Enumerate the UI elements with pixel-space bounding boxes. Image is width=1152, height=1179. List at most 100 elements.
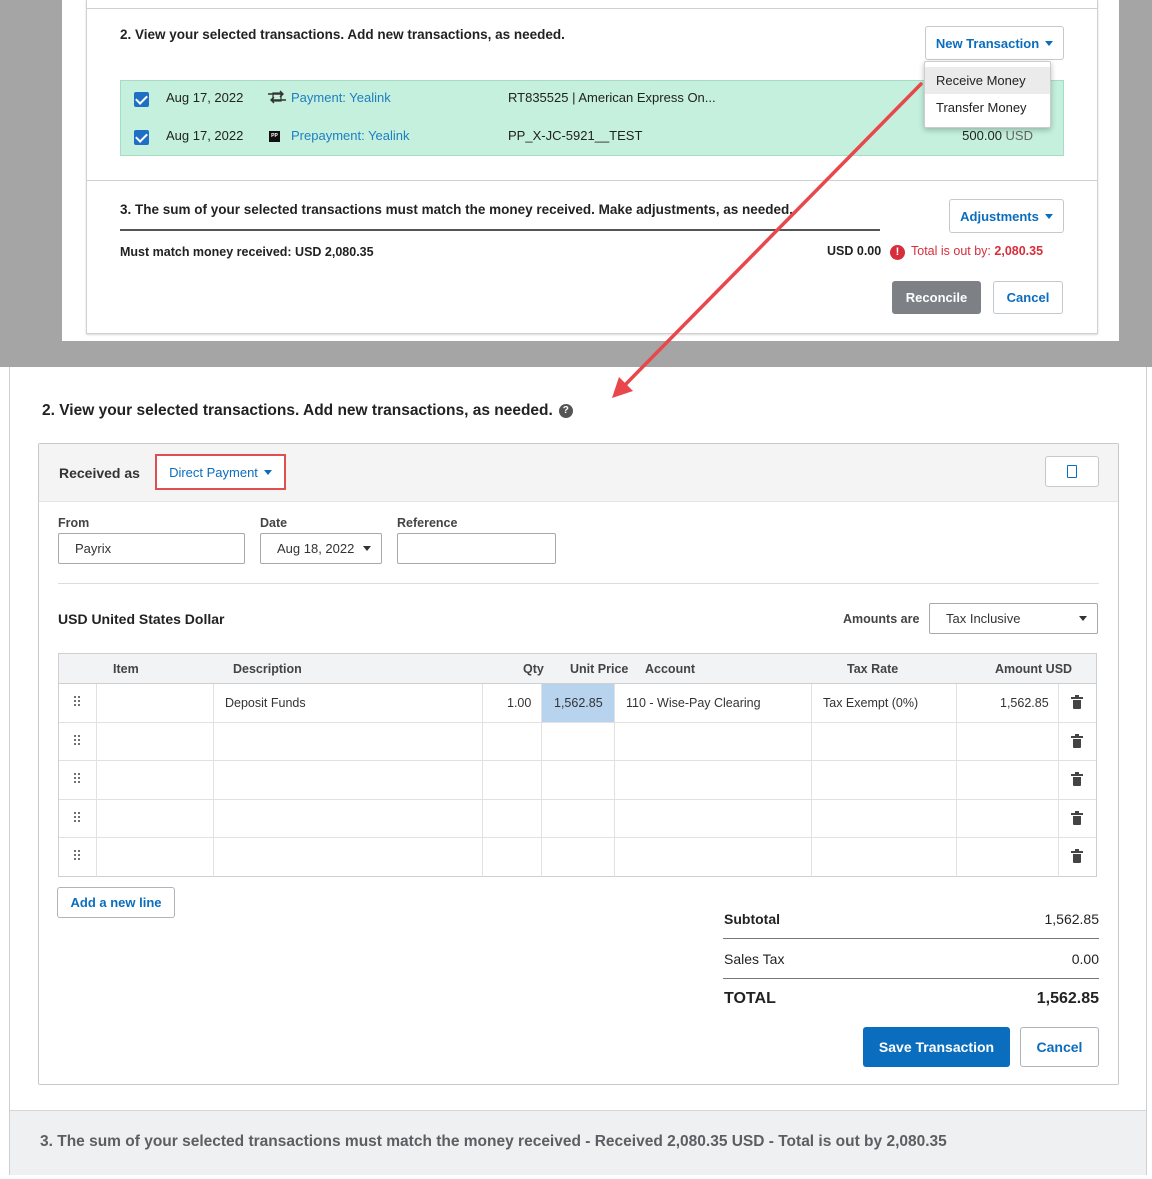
table-header: Item Description Qty Unit Price Account … bbox=[59, 654, 1096, 684]
menu-item-transfer-money[interactable]: Transfer Money bbox=[925, 94, 1050, 121]
trash-icon[interactable] bbox=[1071, 772, 1083, 786]
reconcile-button[interactable]: Reconcile bbox=[892, 281, 981, 314]
column-header-tax-rate: Tax Rate bbox=[847, 662, 899, 676]
selected-total: USD 0.00 bbox=[827, 244, 882, 258]
table-row bbox=[59, 761, 1096, 800]
account-cell[interactable]: 110 - Wise-Pay Clearing bbox=[626, 696, 761, 710]
reference-label: Reference bbox=[397, 516, 458, 530]
trash-icon[interactable] bbox=[1071, 810, 1083, 825]
trash-icon[interactable] bbox=[1071, 695, 1083, 709]
sales-tax-label: Sales Tax bbox=[724, 951, 785, 967]
divider bbox=[87, 180, 1097, 181]
checkbox-checked[interactable] bbox=[134, 92, 149, 107]
transaction-row[interactable]: Aug 17, 2022 Payment: Yealink RT835525 |… bbox=[121, 81, 1063, 119]
cancel-button[interactable]: Cancel bbox=[993, 281, 1063, 314]
drag-handle-icon[interactable] bbox=[74, 696, 82, 708]
copy-button[interactable] bbox=[1045, 456, 1099, 487]
date-label: Date bbox=[260, 516, 288, 530]
copy-icon bbox=[1067, 465, 1077, 478]
currency-label: USD United States Dollar bbox=[58, 611, 225, 627]
out-by-label: Total is out by: bbox=[911, 244, 991, 258]
date-picker[interactable]: Aug 18, 2022 bbox=[260, 533, 382, 564]
help-icon[interactable]: ? bbox=[558, 404, 573, 418]
new-transaction-button[interactable]: New Transaction bbox=[925, 26, 1064, 60]
column-header-amount: Amount USD bbox=[995, 662, 1073, 676]
transaction-date: Aug 17, 2022 bbox=[166, 90, 244, 105]
transfer-arrows-icon bbox=[267, 90, 287, 107]
caret-down-icon bbox=[263, 469, 272, 475]
subtotal-label: Subtotal bbox=[724, 911, 780, 927]
adjustments-button[interactable]: Adjustments bbox=[949, 199, 1064, 233]
transaction-reference: PP_X-JC-5921__TEST bbox=[508, 128, 643, 143]
add-new-line-button[interactable]: Add a new line bbox=[57, 887, 175, 918]
out-by-message: Total is out by: 2,080.35 bbox=[911, 244, 1043, 258]
checkbox-checked[interactable] bbox=[134, 130, 149, 145]
reconcile-card: 2. View your selected transactions. Add … bbox=[86, 0, 1098, 334]
transaction-amount: 500.00 USD bbox=[962, 128, 1033, 143]
transaction-reference: RT835525 | American Express On... bbox=[508, 90, 716, 105]
reference-input[interactable] bbox=[397, 533, 556, 564]
new-transaction-label: New Transaction bbox=[935, 35, 1040, 51]
amounts-are-value: Tax Inclusive bbox=[946, 611, 1021, 626]
divider bbox=[58, 583, 1099, 584]
caret-down-icon bbox=[1045, 40, 1054, 46]
table-row bbox=[59, 799, 1096, 838]
caret-down-icon bbox=[1044, 213, 1053, 219]
drag-handle-icon[interactable] bbox=[74, 811, 82, 824]
menu-item-receive-money[interactable]: Receive Money bbox=[925, 67, 1050, 94]
column-header-account: Account bbox=[645, 662, 695, 676]
must-match-text: Must match money received: USD 2,080.35 bbox=[120, 245, 374, 259]
drag-handle-icon[interactable] bbox=[74, 850, 82, 862]
drag-handle-icon[interactable] bbox=[74, 773, 82, 785]
divider bbox=[723, 978, 1099, 979]
date-value: Aug 18, 2022 bbox=[277, 541, 355, 556]
adjustments-label: Adjustments bbox=[960, 208, 1039, 224]
tax-rate-cell[interactable]: Tax Exempt (0%) bbox=[823, 696, 918, 710]
divider bbox=[87, 8, 1097, 9]
section3-heading: 3. The sum of your selected transactions… bbox=[120, 202, 793, 217]
description-cell[interactable]: Deposit Funds bbox=[225, 696, 306, 710]
received-as-value: Direct Payment bbox=[169, 464, 258, 480]
receive-money-page: 2. View your selected transactions. Add … bbox=[9, 367, 1147, 1175]
column-header-item: Item bbox=[113, 662, 139, 676]
received-as-dropdown[interactable]: Direct Payment bbox=[155, 454, 286, 490]
trash-icon[interactable] bbox=[1071, 849, 1083, 863]
table-row bbox=[59, 838, 1096, 877]
unit-price-cell[interactable]: 1,562.85 bbox=[554, 696, 603, 710]
section3-summary: 3. The sum of your selected transactions… bbox=[40, 1133, 947, 1150]
divider bbox=[723, 938, 1099, 939]
cancel-button[interactable]: Cancel bbox=[1020, 1027, 1099, 1067]
section2-heading: 2. View your selected transactions. Add … bbox=[120, 27, 565, 42]
save-transaction-button[interactable]: Save Transaction bbox=[863, 1027, 1010, 1067]
table-row bbox=[59, 722, 1096, 761]
subtotal-value: 1,562.85 bbox=[1044, 911, 1100, 927]
section2-title-text: 2. View your selected transactions. Add … bbox=[42, 402, 553, 419]
column-header-description: Description bbox=[233, 662, 302, 676]
caret-down-icon bbox=[1079, 616, 1087, 621]
total-value: 1,562.85 bbox=[1036, 990, 1099, 1007]
amounts-are-select[interactable]: Tax Inclusive bbox=[929, 603, 1098, 634]
transaction-link[interactable]: Payment: Yealink bbox=[291, 90, 391, 105]
out-by-value: 2,080.35 bbox=[994, 244, 1044, 258]
transaction-link[interactable]: Prepayment: Yealink bbox=[291, 128, 410, 143]
new-transaction-menu: Receive Money Transfer Money bbox=[924, 61, 1051, 128]
drag-handle-icon[interactable] bbox=[74, 734, 82, 747]
qty-cell[interactable]: 1.00 bbox=[507, 696, 531, 710]
column-header-qty: Qty bbox=[523, 662, 544, 676]
total-label: TOTAL bbox=[724, 990, 776, 1007]
error-icon: ! bbox=[890, 245, 905, 260]
table-body: Deposit Funds 1.00 1,562.85 110 - Wise-P… bbox=[59, 684, 1096, 877]
from-input[interactable]: Payrix bbox=[58, 533, 245, 564]
transaction-row[interactable]: Aug 17, 2022 PP Prepayment: Yealink PP_X… bbox=[121, 119, 1063, 157]
from-label: From bbox=[58, 516, 90, 530]
column-header-unit-price: Unit Price bbox=[570, 662, 629, 676]
transaction-form: Received as Direct Payment From Payrix D… bbox=[38, 443, 1119, 1085]
trash-icon[interactable] bbox=[1071, 733, 1083, 748]
amount-value: 500.00 bbox=[962, 128, 1002, 143]
table-row: Deposit Funds 1.00 1,562.85 110 - Wise-P… bbox=[59, 684, 1096, 723]
received-as-label: Received as bbox=[59, 465, 140, 481]
line-items-table: Item Description Qty Unit Price Account … bbox=[58, 653, 1097, 877]
amount-currency: USD bbox=[1005, 128, 1033, 143]
section3-collapsed-bar[interactable]: 3. The sum of your selected transactions… bbox=[10, 1110, 1146, 1175]
amount-cell[interactable]: 1,562.85 bbox=[1000, 696, 1049, 710]
